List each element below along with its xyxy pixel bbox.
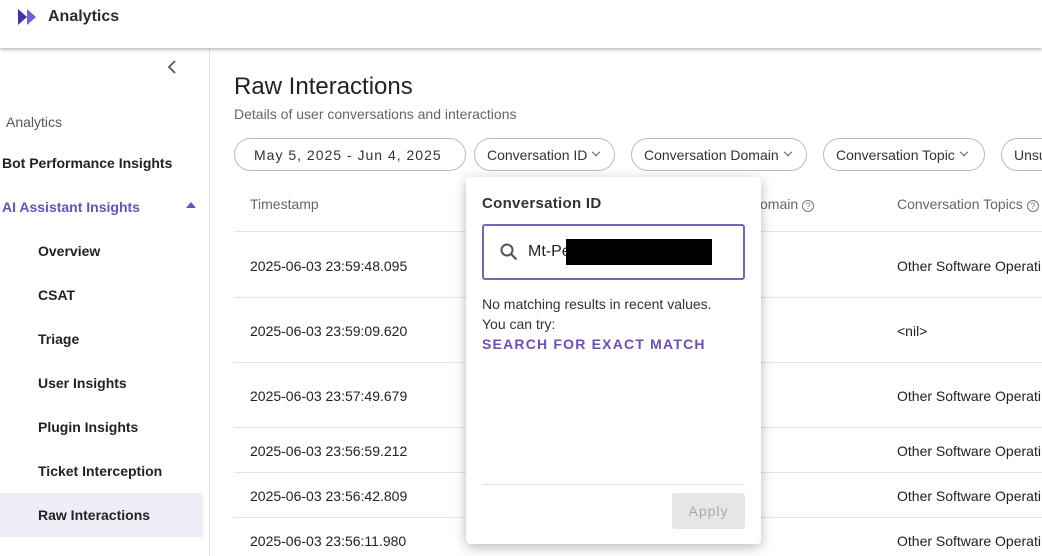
- sidebar: Analytics Bot Performance Insights AI As…: [0, 48, 210, 556]
- chevron-down-icon: [783, 147, 792, 156]
- sidebar-section-label: Analytics: [6, 114, 63, 130]
- cell-topic: <nil>: [897, 323, 928, 339]
- filter-label: Conversation Domain: [644, 146, 779, 163]
- app-logo-icon: [18, 9, 36, 25]
- filter-label: Unsu: [1014, 146, 1042, 163]
- column-header-timestamp[interactable]: Timestamp: [250, 196, 319, 212]
- sidebar-item-ticket-interception[interactable]: Ticket Interception: [0, 449, 203, 493]
- column-header-label: omain: [760, 196, 799, 212]
- sidebar-item-raw-interactions[interactable]: Raw Interactions: [0, 493, 203, 537]
- apply-button[interactable]: Apply: [672, 493, 745, 529]
- sidebar-item-label: Bot Performance Insights: [2, 155, 173, 171]
- cell-timestamp: 2025-06-03 23:59:09.620: [250, 323, 408, 339]
- unsupported-filter[interactable]: Unsu: [1001, 138, 1042, 171]
- sidebar-item-label: Raw Interactions: [38, 507, 151, 523]
- conversation-id-filter[interactable]: Conversation ID: [474, 138, 615, 171]
- popover-divider: [482, 484, 745, 485]
- cell-timestamp: 2025-06-03 23:57:49.679: [250, 388, 408, 404]
- cell-topic: Other Software Operati: [897, 258, 1041, 274]
- cell-topic: Other Software Operati: [897, 388, 1041, 404]
- conversation-topic-filter[interactable]: Conversation Topic: [823, 138, 985, 171]
- chevron-left-icon[interactable]: [164, 58, 182, 76]
- help-icon[interactable]: ?: [1026, 200, 1039, 212]
- sidebar-item-label: Plugin Insights: [38, 419, 139, 435]
- conversation-id-search-input[interactable]: Mt-Pe: [482, 224, 745, 280]
- sidebar-item-label: Overview: [38, 243, 101, 259]
- sidebar-item-overview[interactable]: Overview: [0, 229, 203, 273]
- chevron-down-icon: [959, 147, 969, 156]
- sidebar-item-label: User Insights: [38, 375, 127, 391]
- column-header-label: Conversation Topics: [897, 196, 1023, 212]
- conversation-id-popover: Conversation ID Mt-Pe No matching result…: [466, 177, 761, 544]
- conversation-domain-filter[interactable]: Conversation Domain: [631, 138, 807, 171]
- filter-label: Conversation Topic: [836, 146, 955, 163]
- cell-timestamp: 2025-06-03 23:56:42.809: [250, 488, 408, 504]
- chevron-down-icon: [592, 147, 601, 156]
- sidebar-item-label: AI Assistant Insights: [2, 199, 140, 215]
- sidebar-item-triage[interactable]: Triage: [0, 317, 203, 361]
- redaction-box: [566, 239, 712, 265]
- app-title: Analytics: [48, 8, 120, 25]
- cell-timestamp: 2025-06-03 23:59:48.095: [250, 258, 408, 274]
- date-range-filter[interactable]: May 5, 2025 - Jun 4, 2025: [234, 138, 466, 171]
- sidebar-item-bot-performance[interactable]: Bot Performance Insights: [0, 141, 203, 185]
- sidebar-item-plugin-insights[interactable]: Plugin Insights: [0, 405, 203, 449]
- top-bar: Analytics: [0, 0, 1042, 48]
- sidebar-item-ai-assistant-insights[interactable]: AI Assistant Insights: [0, 185, 203, 229]
- cell-topic: Other Software Operati: [897, 443, 1041, 459]
- caret-up-icon: [186, 202, 196, 208]
- search-input-value[interactable]: Mt-Pe: [528, 243, 571, 261]
- sidebar-item-label: Ticket Interception: [38, 463, 163, 479]
- sidebar-item-user-insights[interactable]: User Insights: [0, 361, 203, 405]
- popover-title: Conversation ID: [482, 195, 602, 212]
- filter-label: Conversation ID: [487, 146, 588, 163]
- no-results-message: No matching results in recent values. Yo…: [482, 294, 712, 334]
- cell-topic: Other Software Operati: [897, 488, 1041, 504]
- page-title: Raw Interactions: [234, 73, 413, 100]
- column-header-topics[interactable]: Conversation Topics?: [897, 196, 1039, 212]
- cell-timestamp: 2025-06-03 23:56:11.980: [250, 533, 407, 549]
- column-header-domain[interactable]: omain?: [760, 196, 815, 212]
- date-range-label: May 5, 2025 - Jun 4, 2025: [254, 146, 442, 163]
- search-icon: [500, 243, 518, 261]
- page-subtitle: Details of user conversations and intera…: [234, 106, 517, 122]
- help-icon[interactable]: ?: [802, 200, 815, 212]
- suggestion-line: You can try:: [482, 316, 556, 332]
- sidebar-item-label: Triage: [38, 331, 80, 347]
- cell-timestamp: 2025-06-03 23:56:59.212: [250, 443, 408, 459]
- cell-topic: Other Software Operati: [897, 533, 1041, 549]
- search-exact-match-link[interactable]: SEARCH FOR EXACT MATCH: [482, 336, 706, 352]
- no-results-line: No matching results in recent values.: [482, 296, 712, 312]
- sidebar-item-csat[interactable]: CSAT: [0, 273, 203, 317]
- sidebar-item-label: CSAT: [38, 287, 76, 303]
